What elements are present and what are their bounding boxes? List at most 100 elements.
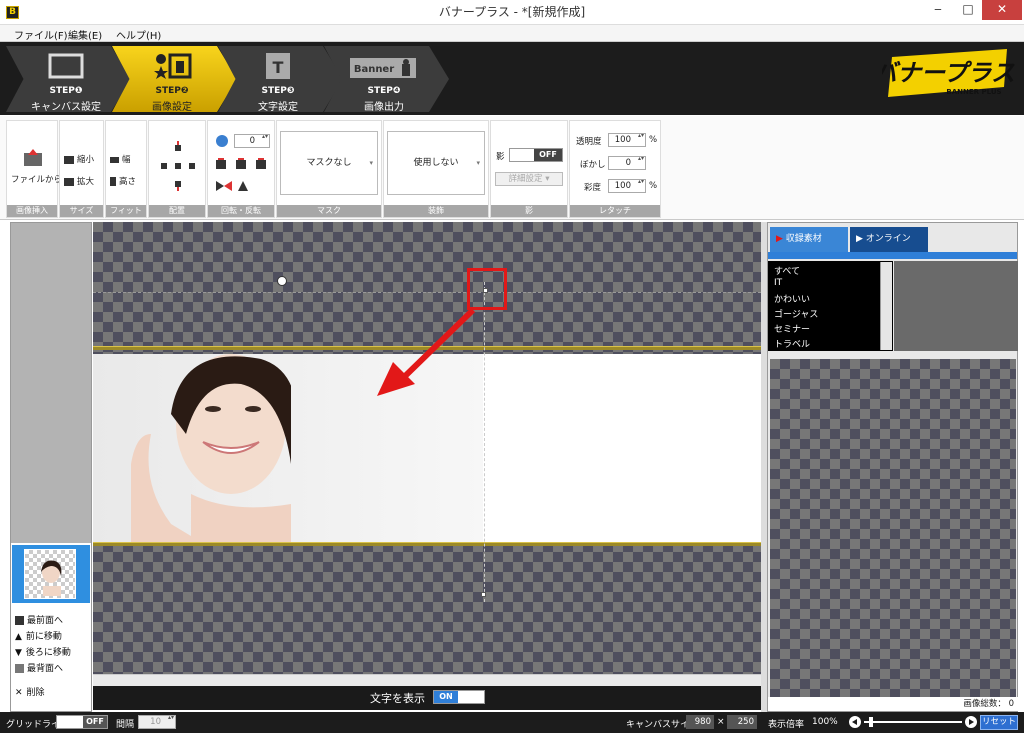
category-it[interactable]: IT bbox=[774, 278, 782, 288]
decoration-select[interactable]: 使用しない ▾ bbox=[387, 131, 485, 195]
status-bar: グリッドライン OFF 間隔 10 キャンバスサイズ 980 × 250 表示倍… bbox=[0, 712, 1024, 733]
step-label: 画像設定 bbox=[152, 102, 192, 113]
category-cute[interactable]: かわいい bbox=[774, 292, 810, 305]
layer-list bbox=[11, 223, 91, 543]
guide-horizontal bbox=[93, 292, 761, 293]
resize-handle-bottom[interactable] bbox=[481, 592, 486, 597]
menu-bar: ファイル(F) 編集(E) ヘルプ(H) bbox=[0, 25, 1024, 42]
shadow-detail-select[interactable]: 詳細設定 ▾ bbox=[495, 172, 563, 186]
editing-canvas[interactable] bbox=[93, 222, 761, 674]
step-number: STEP❹ bbox=[367, 86, 401, 96]
layer-thumbnail-selected[interactable] bbox=[12, 545, 90, 603]
zoom-reset-button[interactable]: リセット bbox=[980, 715, 1018, 730]
close-button[interactable]: ✕ bbox=[982, 0, 1022, 20]
fit-width-button[interactable]: 幅 bbox=[110, 153, 131, 165]
rotate-handle[interactable] bbox=[277, 276, 287, 286]
shrink-button[interactable]: 縮小 bbox=[64, 153, 94, 165]
category-scrollbar[interactable] bbox=[880, 262, 892, 350]
shadow-toggle[interactable]: OFF bbox=[509, 148, 563, 162]
bring-to-front-button[interactable]: 最前面へ bbox=[15, 613, 63, 626]
delete-layer-button[interactable]: ✕ 削除 bbox=[15, 685, 45, 698]
from-file-button[interactable]: ファイルから bbox=[11, 173, 62, 185]
canvas-horizontal-scrollbar[interactable] bbox=[93, 674, 761, 686]
step-number: STEP❶ bbox=[49, 86, 83, 96]
group-label: マスク bbox=[277, 205, 381, 217]
shrink-icon bbox=[64, 155, 74, 164]
enlarge-icon bbox=[64, 177, 74, 186]
shadow-toggle-state: OFF bbox=[534, 149, 562, 161]
blur-label: ぼかし bbox=[580, 160, 606, 170]
category-all[interactable]: すべて bbox=[774, 264, 800, 277]
category-seminar[interactable]: セミナー bbox=[774, 322, 810, 335]
fit-width-label: 幅 bbox=[122, 155, 131, 165]
fit-height-button[interactable]: 高さ bbox=[110, 175, 136, 187]
bring-front-label: 最前面へ bbox=[27, 616, 64, 626]
move-forward-button[interactable]: ▲ 前に移動 bbox=[15, 629, 62, 642]
play-icon: ▶ bbox=[776, 234, 783, 244]
minimize-button[interactable]: ‒ bbox=[924, 0, 952, 20]
blur-input[interactable]: 0 bbox=[608, 155, 646, 170]
step-image-output[interactable]: Banner STEP❹ 画像出力 bbox=[324, 46, 449, 113]
logo-sub-text: BANNER PLUS bbox=[946, 88, 1001, 96]
menu-help[interactable]: ヘルプ(H) bbox=[116, 27, 161, 42]
show-text-label: 文字を表示 bbox=[370, 692, 425, 705]
asset-count-value: 0 bbox=[1008, 699, 1014, 709]
interval-input[interactable]: 10 bbox=[138, 714, 176, 729]
opacity-input[interactable]: 100 bbox=[608, 132, 646, 147]
category-travel[interactable]: トラベル bbox=[774, 337, 810, 350]
group-size: 縮小 拡大 サイズ bbox=[59, 120, 104, 218]
saturation-unit: % bbox=[649, 181, 658, 191]
move-backward-button[interactable]: ▼ 後ろに移動 bbox=[15, 645, 71, 658]
logo-main-text: バナープラス bbox=[882, 59, 1015, 87]
grid-toggle[interactable]: OFF bbox=[56, 715, 108, 729]
chevron-down-icon: ▾ bbox=[369, 159, 373, 167]
banner-plus-logo: バナープラス BANNER PLUS bbox=[882, 49, 1015, 97]
align-grid-icon[interactable] bbox=[157, 141, 199, 191]
group-decoration: 使用しない ▾ 装飾 bbox=[383, 120, 489, 218]
guide-vertical bbox=[484, 282, 485, 602]
category-preview bbox=[894, 261, 1018, 351]
group-label: 配置 bbox=[149, 205, 205, 217]
delete-label: 削除 bbox=[26, 688, 45, 698]
zoom-slider[interactable] bbox=[848, 715, 978, 729]
tab-recorded-assets[interactable]: ▶ 収録素材 bbox=[770, 227, 848, 252]
tab-online[interactable]: ▶ オンライン bbox=[850, 227, 928, 252]
zoom-label: 表示倍率 bbox=[768, 720, 805, 730]
menu-file[interactable]: ファイル(F) bbox=[14, 27, 68, 42]
send-to-back-button[interactable]: 最背面へ bbox=[15, 661, 63, 674]
flip-buttons-icon[interactable] bbox=[214, 179, 254, 193]
times-sign: × bbox=[717, 717, 725, 727]
asset-grid[interactable] bbox=[770, 359, 1016, 697]
show-text-toggle[interactable]: ON bbox=[433, 690, 485, 704]
rotate-buttons-icon[interactable] bbox=[214, 157, 270, 171]
svg-text:T: T bbox=[273, 58, 284, 77]
file-import-icon bbox=[24, 149, 42, 166]
step-text-settings[interactable]: T STEP❸ 文字設定 bbox=[218, 46, 343, 113]
step-image-settings[interactable]: STEP❷ 画像設定 bbox=[112, 46, 237, 113]
shadow-label: 影 bbox=[496, 152, 505, 162]
canvas-bottom-border bbox=[93, 542, 761, 546]
enlarge-button[interactable]: 拡大 bbox=[64, 175, 94, 187]
rotate-angle-input[interactable]: 0 bbox=[234, 133, 270, 148]
group-label: 画像挿入 bbox=[7, 205, 57, 217]
asset-panel: ▶ 収録素材 ▶ オンライン すべて IT かわいい ゴージャス セミナー トラ… bbox=[767, 222, 1018, 712]
title-bar: B バナープラス - *[新規作成] ‒ □ ✕ bbox=[0, 0, 1024, 25]
saturation-input[interactable]: 100 bbox=[608, 178, 646, 193]
group-label: 影 bbox=[491, 205, 567, 217]
show-text-bar: 文字を表示 ON bbox=[93, 686, 761, 710]
group-shadow: 影 OFF 詳細設定 ▾ 影 bbox=[490, 120, 568, 218]
step-canvas-settings[interactable]: STEP❶ キャンバス設定 bbox=[6, 46, 131, 113]
group-label: サイズ bbox=[60, 205, 103, 217]
category-gorgeous[interactable]: ゴージャス bbox=[774, 307, 818, 320]
mask-select[interactable]: マスクなし ▾ bbox=[280, 131, 378, 195]
menu-edit[interactable]: 編集(E) bbox=[68, 27, 102, 42]
step-number: STEP❸ bbox=[261, 86, 295, 96]
asset-count: 画像総数： 0 bbox=[768, 697, 1018, 711]
step-label: キャンバス設定 bbox=[31, 102, 101, 113]
maximize-button[interactable]: □ bbox=[954, 0, 982, 20]
canvas-width: 980 bbox=[686, 715, 714, 729]
move-backward-label: 後ろに移動 bbox=[25, 648, 71, 658]
shadow-detail-label: 詳細設定 bbox=[508, 174, 543, 184]
fit-width-icon bbox=[110, 156, 119, 163]
opacity-unit: % bbox=[649, 135, 658, 145]
